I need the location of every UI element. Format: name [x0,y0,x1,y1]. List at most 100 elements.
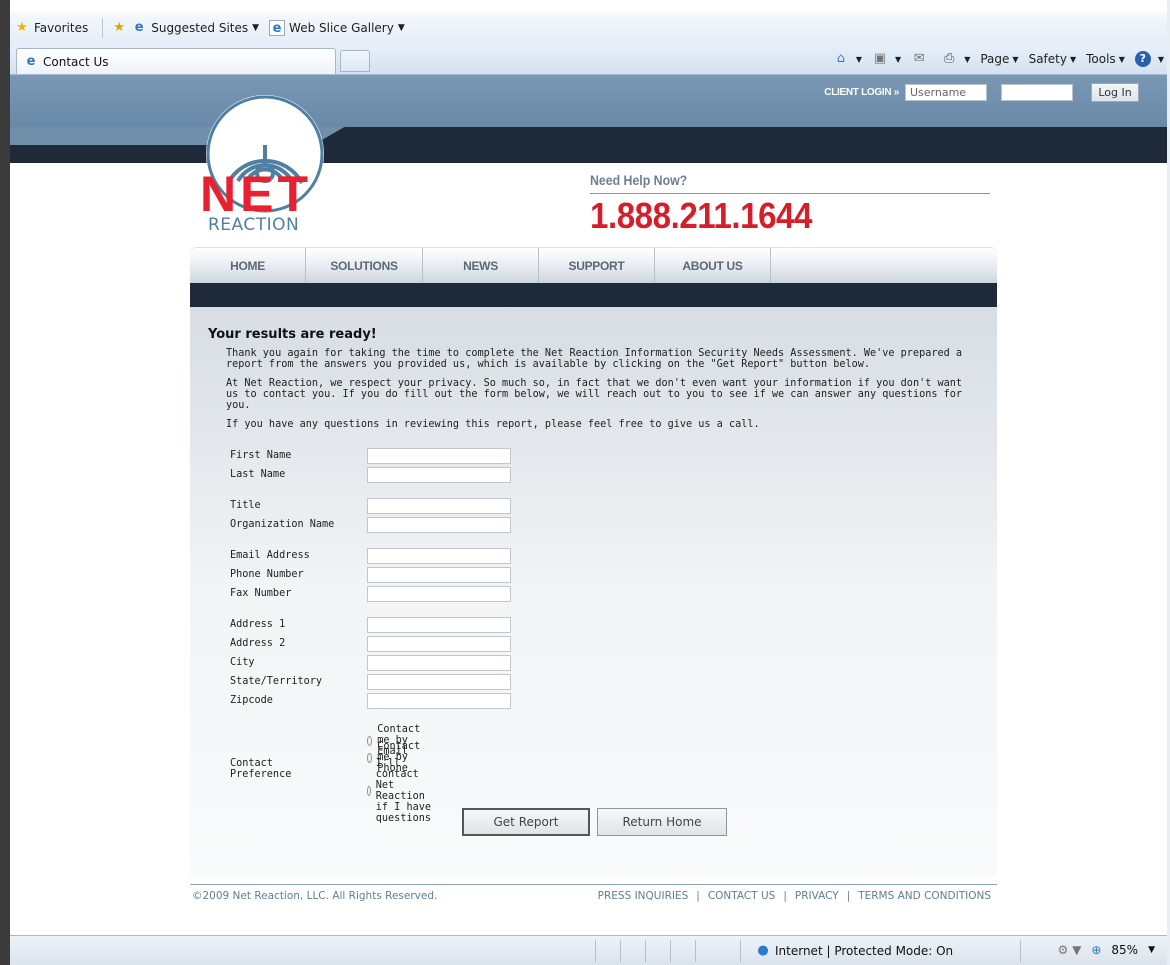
footer-separator: | [783,890,787,902]
last-name-label: Last Name [230,469,286,480]
organization-row: Organization Name [230,516,511,533]
status-divider [595,940,596,962]
nav-solutions[interactable]: SOLUTIONS [306,248,423,284]
title-input[interactable] [367,497,511,514]
email-address-input[interactable] [367,547,511,564]
home-button[interactable]: ⌂ ▼ [833,51,862,67]
web-slice-gallery-button[interactable]: e Web Slice Gallery ▼ [269,20,405,36]
password-input[interactable] [1001,84,1073,101]
page-menu[interactable]: Page ▼ [980,52,1018,66]
first-name-input[interactable] [367,447,511,464]
zipcode-row: Zipcode [230,692,511,709]
zipcode-input[interactable] [367,692,511,709]
first-name-row: First Name [230,447,511,464]
fax-number-input[interactable] [367,585,511,602]
status-divider [695,940,696,962]
content-body: Your results are ready! Thank you again … [208,327,978,438]
organization-name-label: Organization Name [230,519,335,530]
phone-number-input[interactable] [367,566,511,583]
globe-icon: ● [757,943,769,958]
nav-home[interactable]: HOME [190,248,306,284]
print-button[interactable]: ⎙ ▼ [941,51,970,67]
username-input[interactable] [905,84,987,101]
page-menu-label: Page [980,52,1010,66]
new-tab-button[interactable] [340,50,370,72]
phone-row: Phone Number [230,566,511,583]
add-favorite-icon[interactable]: ★ [111,20,127,36]
state-input[interactable] [367,673,511,690]
favorites-bar: ★ Favorites ★ e Suggested Sites ▼ e Web … [10,12,1167,44]
read-mail-button[interactable]: ✉ [911,51,931,67]
city-row: City [230,654,511,671]
dropdown-arrow-icon: ▼ [895,54,902,64]
address1-row: Address 1 [230,616,511,633]
address2-input[interactable] [367,635,511,652]
command-bar: ⌂ ▼ ▣ ▼ ✉ ⎙ ▼ Page ▼ Safety ▼ Tools ▼ ? ▼ [823,48,1164,70]
fax-number-label: Fax Number [230,588,292,599]
suggested-sites-button[interactable]: e Suggested Sites ▼ [131,20,259,36]
logo-reaction-text: REACTION [208,215,300,235]
contact-self-label: I'll contact Net Reaction if I have ques… [375,758,431,824]
email-address-label: Email Address [230,550,310,561]
zoom-control[interactable]: ⚙ ▼ ⊕ 85% ▼ [1058,943,1155,957]
content-panel: Your results are ready! Thank you again … [190,307,997,877]
tab-contact-us[interactable]: e Contact Us [16,48,336,74]
main-nav: HOME SOLUTIONS NEWS SUPPORT ABOUT US [190,247,997,284]
phone-number-label: Phone Number [230,569,304,580]
state-label: State/Territory [230,676,323,687]
toolbar-separator [102,18,104,38]
address1-input[interactable] [367,616,511,633]
logo-net-text: NET [200,166,312,222]
city-input[interactable] [367,654,511,671]
footer-links: PRESS INQUIRIES | CONTACT US | PRIVACY |… [598,890,991,902]
home-icon: ⌂ [836,51,846,66]
dropdown-arrow-icon: ▼ [1012,54,1019,64]
address2-label: Address 2 [230,638,286,649]
footer-link-press[interactable]: PRESS INQUIRIES [598,890,689,902]
dropdown-arrow-icon: ▼ [855,54,863,64]
contact-preference-label: Contact Preference [230,758,292,780]
safety-menu[interactable]: Safety ▼ [1029,52,1077,66]
zoom-icon: ⊕ [1091,943,1102,957]
ie-icon: e [26,53,36,69]
status-divider [740,940,741,962]
login-button[interactable]: Log In [1091,83,1139,102]
footer-link-privacy[interactable]: PRIVACY [795,890,839,902]
title-label: Title [230,500,261,511]
get-report-button[interactable]: Get Report [462,808,590,836]
status-divider [1020,940,1021,962]
nav-about-us[interactable]: ABOUT US [655,248,771,284]
favorites-button[interactable]: ★ Favorites [14,20,88,36]
client-login-label: CLIENT LOGIN » [824,87,899,98]
footer-divider [190,884,997,885]
nav-news[interactable]: NEWS [423,248,539,284]
rss-feed-icon: ▣ [873,51,887,66]
state-row: State/Territory [230,673,511,690]
return-home-button[interactable]: Return Home [597,808,727,836]
organization-name-input[interactable] [367,516,511,533]
call-paragraph: If you have any questions in reviewing t… [226,419,760,430]
first-name-label: First Name [230,450,292,461]
footer-separator: | [846,890,851,902]
last-name-input[interactable] [367,466,511,483]
suggested-sites-label: Suggested Sites [151,21,249,35]
tab-title: Contact Us [43,54,109,69]
nav-support[interactable]: SUPPORT [539,248,655,284]
page-viewport: CLIENT LOGIN » Log In NET REACTION Need … [10,75,1167,935]
dropdown-arrow-icon: ▼ [1069,54,1077,64]
address2-row: Address 2 [230,635,511,652]
help-button[interactable]: ? ▼ [1134,51,1164,67]
privacy-paragraph: At Net Reaction, we respect your privacy… [226,378,963,411]
window-border [0,0,10,965]
radio-button[interactable] [367,786,371,796]
dropdown-arrow-icon: ▼ [1148,945,1155,955]
footer-link-terms[interactable]: TERMS AND CONDITIONS [858,890,991,902]
footer-link-contact[interactable]: CONTACT US [708,890,775,902]
star-icon: ★ [16,20,28,35]
security-zone[interactable]: ● Internet | Protected Mode: On [755,943,953,959]
tools-menu[interactable]: Tools ▼ [1086,52,1125,66]
status-divider [620,940,621,962]
status-divider [645,940,646,962]
feeds-button[interactable]: ▣ ▼ [872,51,901,67]
contact-self-option[interactable]: I'll contact Net Reaction if I have ques… [367,758,437,824]
